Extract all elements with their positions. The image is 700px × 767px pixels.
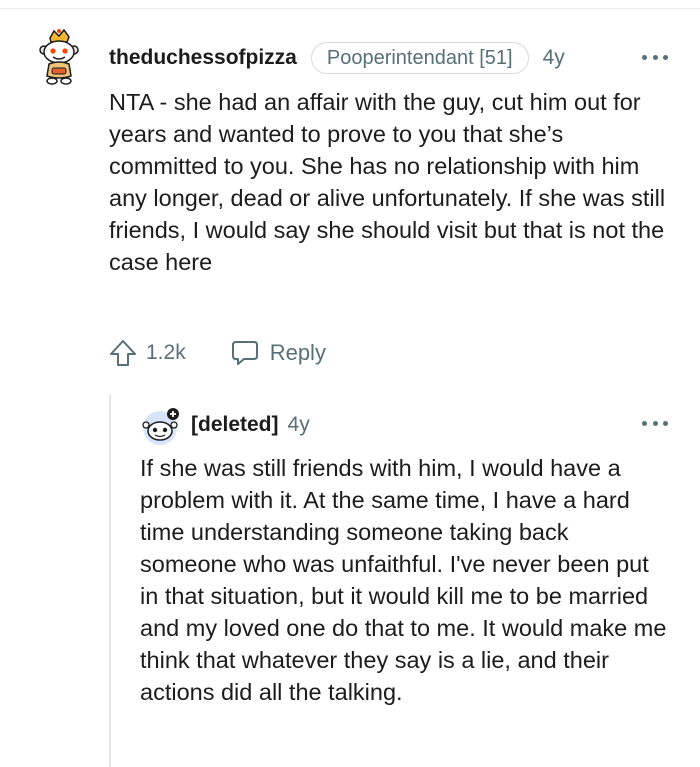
snoo-avatar-icon[interactable] bbox=[36, 28, 82, 86]
reply-header: [deleted] 4y bbox=[191, 410, 310, 440]
comment-thread: theduchessofpizza Pooperintendant [51] 4… bbox=[0, 0, 700, 767]
username-link[interactable]: theduchessofpizza bbox=[109, 46, 297, 70]
comment-age[interactable]: 4y bbox=[543, 46, 565, 70]
dot bbox=[663, 54, 668, 60]
comment-header: theduchessofpizza Pooperintendant [51] 4… bbox=[109, 40, 565, 76]
comment-action-bar: 1.2k Reply bbox=[108, 336, 326, 370]
dot bbox=[642, 54, 647, 60]
top-divider bbox=[0, 8, 700, 9]
dot bbox=[663, 420, 668, 426]
vote-count: 1.2k bbox=[146, 341, 186, 364]
reply-username: [deleted] bbox=[191, 413, 279, 436]
reply-body: If she was still friends with him, I wou… bbox=[140, 455, 667, 705]
dot bbox=[652, 54, 658, 60]
user-flair: Pooperintendant [51] bbox=[310, 42, 529, 74]
upvote-button[interactable]: 1.2k bbox=[108, 338, 186, 368]
comment-bubble-icon bbox=[231, 341, 258, 365]
comment-body: NTA - she had an affair with the guy, cu… bbox=[109, 89, 666, 275]
reply-age[interactable]: 4y bbox=[288, 413, 310, 437]
dot bbox=[652, 420, 658, 426]
deleted-user-avatar-icon bbox=[140, 406, 184, 446]
reply-button[interactable]: Reply bbox=[230, 339, 326, 367]
thread-line[interactable] bbox=[109, 394, 111, 767]
reply-more-options-icon[interactable] bbox=[640, 413, 670, 433]
upvote-arrow-icon[interactable] bbox=[108, 338, 138, 368]
reply-label: Reply bbox=[269, 340, 326, 365]
dot bbox=[642, 420, 647, 426]
more-options-icon[interactable] bbox=[640, 47, 670, 67]
